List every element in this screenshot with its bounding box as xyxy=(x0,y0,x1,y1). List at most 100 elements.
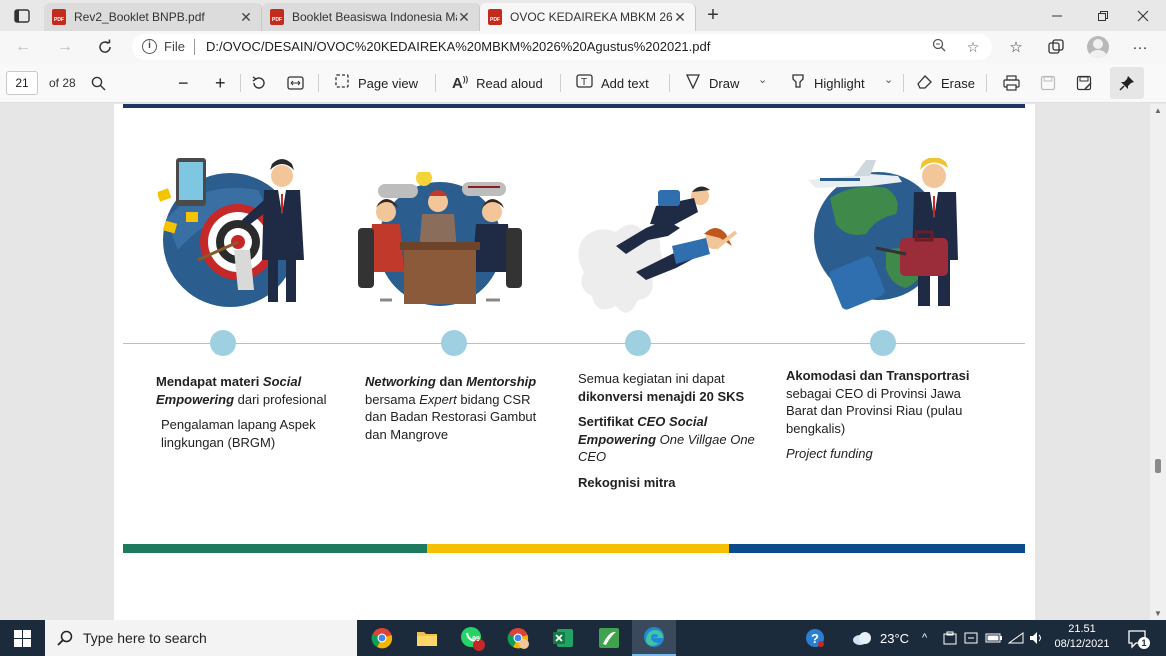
document-viewport[interactable]: Mendapat materi Social Empowering dari p… xyxy=(0,104,1150,620)
benefit-paragraph: Semua kegiatan ini dapat dikonversi mena… xyxy=(578,370,758,405)
wifi-icon[interactable] xyxy=(1008,620,1024,656)
site-info-button[interactable]: i File xyxy=(142,39,185,54)
tab-label: Rev2_Booklet BNPB.pdf xyxy=(74,10,205,24)
add-favorite-icon[interactable]: ☆ xyxy=(964,38,982,56)
highlight-options-chevron-icon[interactable]: ⌄ xyxy=(884,73,893,86)
timeline-dot xyxy=(870,330,896,356)
highlight-icon xyxy=(790,73,806,93)
save-icon[interactable] xyxy=(1040,71,1056,95)
corel-draw-icon[interactable] xyxy=(587,620,631,656)
benefit-text: dari profesional xyxy=(234,391,327,407)
new-tab-button[interactable]: + xyxy=(702,5,724,27)
benefit-paragraph: Networking dan Mentorship bersama Expert… xyxy=(365,373,550,443)
fit-to-width-icon[interactable] xyxy=(287,71,304,95)
close-icon[interactable]: ✕ xyxy=(457,9,471,26)
svg-text:?: ? xyxy=(811,631,819,646)
draw-options-chevron-icon[interactable]: ⌄ xyxy=(758,73,767,86)
onedrive-sync-icon[interactable] xyxy=(964,620,978,656)
page-view-icon xyxy=(334,73,350,93)
add-text-button[interactable]: T Add text xyxy=(576,71,649,95)
timeline-dot xyxy=(441,330,467,356)
pdf-file-icon: PDF xyxy=(52,9,66,25)
excel-icon[interactable] xyxy=(541,620,585,656)
scroll-thumb[interactable] xyxy=(1155,459,1161,473)
benefit-text: Rekognisi mitra xyxy=(578,474,676,490)
draw-label: Draw xyxy=(709,75,740,91)
close-window-button[interactable] xyxy=(1120,0,1166,31)
tab-booklet-beasiswa[interactable]: PDF Booklet Beasiswa Indonesia Maju ✕ xyxy=(262,3,480,31)
erase-button[interactable]: Erase xyxy=(916,71,975,95)
scheme-label: File xyxy=(164,39,185,54)
edge-browser-icon[interactable] xyxy=(632,620,676,656)
benefit-text: bersama xyxy=(365,391,420,407)
save-as-icon[interactable] xyxy=(1076,71,1093,95)
windows-start-icon[interactable] xyxy=(0,620,45,656)
add-text-icon: T xyxy=(576,74,593,92)
url-input[interactable]: i File D:/OVOC/DESAIN/OVOC%20KEDAIREKA%2… xyxy=(132,34,992,60)
pdf-toolbar: 21 of 28 − + Page view A)) Read aloud T … xyxy=(0,63,1166,103)
whatsapp-badge: 99 xyxy=(472,636,480,643)
close-icon[interactable]: ✕ xyxy=(673,9,687,26)
toolbar-divider xyxy=(318,74,319,92)
toolbar-divider xyxy=(240,74,241,92)
benefit-paragraph: Pengalaman lapang Aspek lingkungan (BRGM… xyxy=(156,416,341,451)
tab-actions-icon[interactable] xyxy=(8,5,36,27)
notification-center-icon[interactable]: 1 xyxy=(1126,627,1150,649)
chrome-profile-icon[interactable] xyxy=(496,620,540,656)
help-icon[interactable]: ? xyxy=(804,620,826,656)
benefit-text: dikonversi menajdi 20 SKS xyxy=(578,388,745,404)
toolbar-divider xyxy=(435,74,436,92)
rotate-icon[interactable] xyxy=(251,71,267,95)
networking-meeting-illustration xyxy=(358,172,522,306)
svg-text:T: T xyxy=(581,77,587,88)
zoom-out-icon[interactable]: − xyxy=(178,71,189,95)
tab-ovoc-kedaireka[interactable]: PDF OVOC KEDAIREKA MBKM 26 Agu ✕ xyxy=(480,3,696,31)
scroll-up-arrow-icon[interactable]: ▲ xyxy=(1154,106,1162,115)
pin-toolbar-icon[interactable] xyxy=(1110,67,1144,99)
travel-globe-illustration xyxy=(808,158,958,310)
print-icon[interactable] xyxy=(1003,71,1020,95)
notification-count: 1 xyxy=(1138,637,1150,649)
search-icon[interactable] xyxy=(91,71,106,95)
file-explorer-icon[interactable] xyxy=(405,620,449,656)
page-view-button[interactable]: Page view xyxy=(334,71,418,95)
tab-rev2-booklet[interactable]: PDF Rev2_Booklet BNPB.pdf ✕ xyxy=(44,3,262,31)
benefit-text: Networking xyxy=(365,374,436,389)
search-icon xyxy=(57,630,73,646)
system-clock[interactable]: 21.51 08/12/2021 xyxy=(1052,622,1112,652)
weather-widget[interactable]: 23°C xyxy=(852,620,909,656)
page-number-input[interactable]: 21 xyxy=(6,71,38,95)
target-businessman-illustration xyxy=(158,158,304,307)
taskbar: Type here to search 99 ? 23°C ^ 21.51 08… xyxy=(0,620,1166,656)
whatsapp-icon[interactable]: 99 xyxy=(450,620,494,656)
profile-avatar[interactable] xyxy=(1087,36,1109,58)
scroll-down-arrow-icon[interactable]: ▼ xyxy=(1154,609,1162,618)
vertical-scrollbar[interactable]: ▲ ▼ xyxy=(1150,104,1166,620)
minimize-button[interactable] xyxy=(1034,0,1080,31)
read-aloud-button[interactable]: A)) Read aloud xyxy=(452,71,543,95)
footer-stripe-blue xyxy=(729,544,1025,553)
battery-icon[interactable] xyxy=(985,620,1003,656)
address-bar: ← → i File D:/OVOC/DESAIN/OVOC%20KEDAIRE… xyxy=(0,31,1166,63)
footer-stripe-yellow xyxy=(427,544,729,553)
tray-app-icon[interactable] xyxy=(943,620,957,656)
benefit-column-materials: Mendapat materi Social Empowering dari p… xyxy=(156,373,341,457)
draw-button[interactable]: Draw xyxy=(685,71,739,95)
chrome-icon[interactable] xyxy=(360,620,404,656)
refresh-icon[interactable] xyxy=(92,35,118,59)
back-arrow-icon[interactable]: ← xyxy=(10,35,36,59)
close-icon[interactable]: ✕ xyxy=(239,9,253,26)
zoom-icon[interactable] xyxy=(930,38,948,56)
benefit-column-credits: Semua kegiatan ini dapat dikonversi mena… xyxy=(578,370,758,497)
taskbar-search-input[interactable]: Type here to search xyxy=(45,620,357,656)
zoom-in-icon[interactable]: + xyxy=(215,71,226,95)
more-menu-icon[interactable]: ··· xyxy=(1127,35,1153,59)
forward-arrow-icon[interactable]: → xyxy=(52,35,78,59)
collections-icon[interactable] xyxy=(1043,35,1069,59)
favorites-icon[interactable]: ☆ xyxy=(1003,35,1029,59)
read-aloud-icon: A)) xyxy=(452,74,469,92)
volume-icon[interactable] xyxy=(1029,620,1045,656)
toolbar-divider xyxy=(560,74,561,92)
highlight-button[interactable]: Highlight xyxy=(790,71,865,95)
show-hidden-icons-chevron-icon[interactable]: ^ xyxy=(922,620,927,656)
